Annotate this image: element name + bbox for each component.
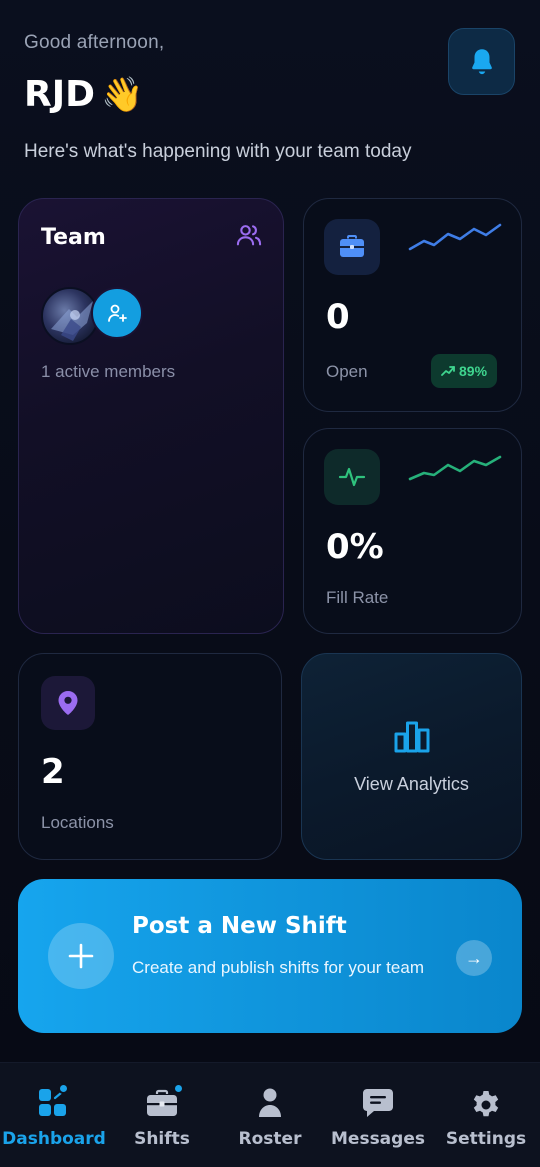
view-analytics-label: View Analytics (354, 774, 469, 794)
fill-sparkline (408, 455, 502, 481)
bottom-nav: Dashboard Shifts Roster Messages Setting… (0, 1062, 540, 1167)
team-card-title: Team (41, 225, 106, 250)
briefcase-icon-box (324, 219, 380, 275)
nav-label: Shifts (134, 1129, 190, 1149)
team-card[interactable]: Team 1 active members (18, 198, 284, 634)
plus-icon-circle (48, 923, 114, 989)
page-subtitle: Here's what's happening with your team t… (24, 141, 412, 162)
trend-up-icon (441, 366, 455, 376)
open-sparkline (408, 223, 502, 251)
add-user-icon (108, 304, 127, 322)
activity-icon (338, 467, 366, 487)
locations-count: 2 (41, 752, 65, 792)
person-icon (256, 1085, 284, 1121)
nav-label: Settings (445, 1129, 527, 1149)
open-count: 0 (326, 297, 350, 337)
username-text: RJD (24, 74, 95, 115)
nav-dashboard[interactable]: Dashboard (0, 1083, 108, 1149)
locations-label: Locations (41, 813, 114, 832)
nav-shifts[interactable]: Shifts (108, 1083, 216, 1149)
active-members-count: 1 active members (41, 362, 176, 381)
activity-icon-box (324, 449, 380, 505)
map-pin-icon-box (41, 676, 95, 730)
message-icon (361, 1085, 395, 1121)
gear-icon (470, 1085, 502, 1121)
greeting-text: Good afternoon, (24, 32, 165, 53)
nav-label: Dashboard (2, 1129, 106, 1149)
bell-icon (471, 48, 492, 74)
briefcase-icon (340, 235, 364, 257)
fill-rate-label: Fill Rate (326, 588, 389, 607)
post-shift-button[interactable]: Post a New Shift Create and publish shif… (18, 879, 522, 1033)
trend-value: 89% (459, 363, 488, 379)
locations-card[interactable]: 2 Locations (18, 653, 282, 860)
dashboard-icon (37, 1083, 71, 1121)
nav-settings[interactable]: Settings (432, 1085, 540, 1149)
people-icon (236, 225, 262, 246)
briefcase-icon (145, 1083, 184, 1121)
dashboard-notification-dot (58, 1083, 69, 1094)
plus-icon (68, 943, 94, 969)
arrow-right-icon: → (456, 940, 492, 976)
bar-chart-icon (394, 721, 430, 753)
trend-badge: 89% (431, 354, 498, 388)
post-shift-description: Create and publish shifts for your team (132, 958, 424, 977)
shifts-notification-dot (173, 1083, 184, 1094)
username-heading: RJD 👋 (24, 74, 143, 115)
open-shifts-card[interactable]: 0 Open 89% (303, 198, 522, 412)
view-analytics-card[interactable]: View Analytics (301, 653, 522, 860)
notifications-button[interactable] (448, 28, 515, 95)
nav-messages[interactable]: Messages (324, 1085, 432, 1149)
map-pin-icon (58, 691, 78, 715)
open-label: Open (326, 362, 368, 381)
fill-rate-card[interactable]: 0% Fill Rate (303, 428, 522, 634)
nav-label: Roster (238, 1129, 302, 1149)
nav-label: Messages (331, 1129, 425, 1149)
nav-roster[interactable]: Roster (216, 1085, 324, 1149)
post-shift-title: Post a New Shift (132, 913, 347, 939)
wave-emoji: 👋 (101, 75, 144, 115)
add-member-button[interactable] (91, 287, 143, 339)
fill-rate-value: 0% (326, 527, 384, 567)
